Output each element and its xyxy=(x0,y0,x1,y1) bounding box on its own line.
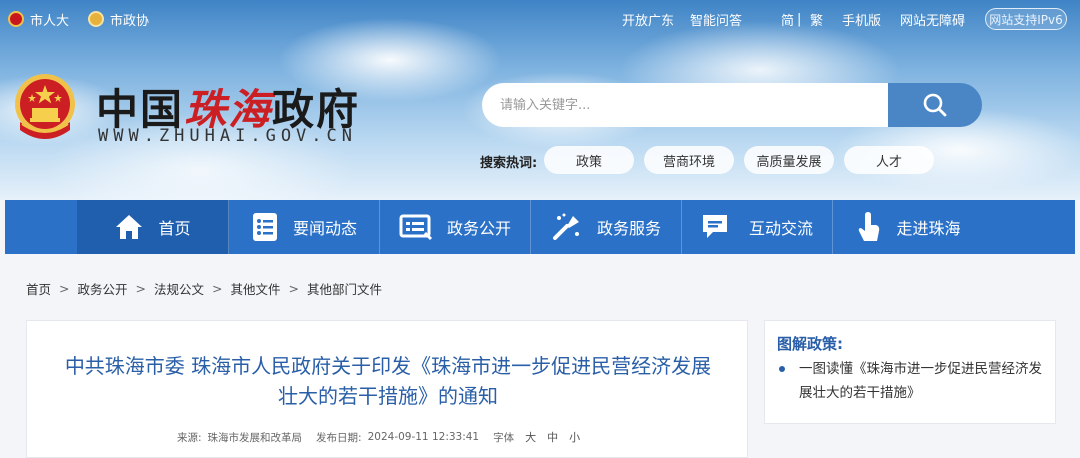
article-title-line2: 壮大的若干措施》的通知 xyxy=(278,384,498,408)
search-icon xyxy=(923,93,947,117)
top-link-label: 简 xyxy=(781,13,795,29)
nav-item-interaction[interactable]: 互动交流 xyxy=(682,200,833,254)
search-button[interactable] xyxy=(888,83,982,127)
breadcrumb-item[interactable]: 其他文件 xyxy=(231,279,281,298)
top-link-label: 开放广东 xyxy=(622,13,675,29)
hand-pointer-icon xyxy=(856,211,882,243)
source-value: 珠海市发展和改革局 xyxy=(207,431,303,444)
article-title: 中共珠海市委 珠海市人民政府关于印发《珠海市进一步促进民营经济发展 壮大的若干措… xyxy=(27,351,749,411)
nav-item-label: 政务公开 xyxy=(446,219,511,238)
news-icon xyxy=(251,212,279,242)
hot-tag[interactable]: 政策 xyxy=(544,146,634,174)
top-link-cppcc[interactable]: 市政协 xyxy=(88,10,150,29)
breadcrumb: 首页 > 政务公开 > 法规公文 > 其他文件 > 其他部门文件 xyxy=(26,279,382,298)
cppcc-emblem-icon xyxy=(88,11,104,27)
top-link-cppcc-label: 市政协 xyxy=(110,13,150,29)
hot-tag[interactable]: 高质量发展 xyxy=(744,146,834,174)
chat-icon xyxy=(701,212,735,242)
breadcrumb-item[interactable]: 法规公文 xyxy=(154,279,204,298)
article-panel: 中共珠海市委 珠海市人民政府关于印发《珠海市进一步促进民营经济发展 壮大的若干措… xyxy=(26,320,748,458)
top-link-smart-qa[interactable]: 智能问答 xyxy=(690,10,743,29)
font-size-medium-button[interactable]: 中 xyxy=(547,429,558,445)
breadcrumb-separator: > xyxy=(288,281,299,296)
sidebar-title: 图解政策: xyxy=(777,335,843,353)
top-link-simplified[interactable]: 简 xyxy=(781,10,795,29)
openness-icon xyxy=(399,213,433,241)
nav-item-label: 走进珠海 xyxy=(896,219,961,238)
nav-item-openness[interactable]: 政务公开 xyxy=(380,200,531,254)
breadcrumb-separator: > xyxy=(59,281,70,296)
site-url: WWW.ZHUHAI.GOV.CN xyxy=(98,126,357,146)
breadcrumb-item[interactable]: 政务公开 xyxy=(78,279,128,298)
date-label: 发布日期: xyxy=(316,431,362,444)
search-input[interactable] xyxy=(482,83,890,127)
breadcrumb-item[interactable]: 其他部门文件 xyxy=(307,279,382,298)
top-link-open-guangdong[interactable]: 开放广东 xyxy=(622,10,675,29)
top-link-traditional[interactable]: 繁 xyxy=(810,10,824,29)
top-link-label: 网站无障碍 xyxy=(900,13,966,29)
date-value: 2024-09-11 12:33:41 xyxy=(367,431,480,443)
hot-tag[interactable]: 营商环境 xyxy=(644,146,734,174)
article-meta: 来源: 珠海市发展和改革局 发布日期: 2024-09-11 12:33:41 … xyxy=(177,429,586,445)
home-icon xyxy=(114,213,144,241)
main-nav: 首页 要闻动态 政务公开 政务服务 互动交流 走进珠海 xyxy=(5,200,1075,254)
top-link-label: 手机版 xyxy=(842,13,882,29)
nav-item-label: 互动交流 xyxy=(748,219,813,238)
nav-item-home[interactable]: 首页 xyxy=(77,200,229,254)
top-link-label: 繁 xyxy=(810,13,824,29)
top-link-label: 智能问答 xyxy=(690,13,743,29)
bullet-icon xyxy=(779,366,785,372)
service-icon xyxy=(551,212,583,242)
nav-item-news[interactable]: 要闻动态 xyxy=(229,200,380,254)
top-link-npc[interactable]: 市人大 xyxy=(8,10,70,29)
breadcrumb-separator: > xyxy=(135,281,146,296)
top-link-npc-label: 市人大 xyxy=(30,13,70,29)
breadcrumb-item[interactable]: 首页 xyxy=(26,279,51,298)
ipv6-badge: 网站支持IPv6 xyxy=(985,8,1067,30)
nav-item-about-zhuhai[interactable]: 走进珠海 xyxy=(833,200,984,254)
top-link-divider-text: | xyxy=(797,11,802,27)
article-title-line1: 中共珠海市委 珠海市人民政府关于印发《珠海市进一步促进民营经济发展 xyxy=(64,354,712,378)
font-size-large-button[interactable]: 大 xyxy=(525,429,536,445)
emblem-mini-icon xyxy=(8,11,24,27)
top-link-divider: | xyxy=(797,10,801,28)
font-size-label: 字体 xyxy=(493,431,515,444)
sidebar-policy-link[interactable]: 一图读懂《珠海市进一步促进民营经济发展壮大的若干措施》 xyxy=(799,357,1045,405)
nav-item-label: 政务服务 xyxy=(596,219,661,238)
top-link-accessibility[interactable]: 网站无障碍 xyxy=(900,10,966,29)
source-label: 来源: xyxy=(177,431,202,444)
nav-item-label: 要闻动态 xyxy=(292,219,357,238)
hot-tag[interactable]: 人才 xyxy=(844,146,934,174)
top-link-mobile[interactable]: 手机版 xyxy=(842,10,882,29)
nav-item-service[interactable]: 政务服务 xyxy=(531,200,682,254)
hot-search-label: 搜索热词: xyxy=(480,156,538,171)
font-size-small-button[interactable]: 小 xyxy=(569,429,580,445)
nav-item-label: 首页 xyxy=(158,219,191,238)
breadcrumb-separator: > xyxy=(212,281,223,296)
national-emblem-icon xyxy=(15,74,75,139)
top-bar: 市人大 市政协 开放广东 智能问答 简 | 繁 手机版 网站无障碍 网站支持IP… xyxy=(0,0,1080,38)
policy-graphic-sidebar: 图解政策: 一图读懂《珠海市进一步促进民营经济发展壮大的若干措施》 xyxy=(764,320,1056,424)
header-banner: 市人大 市政协 开放广东 智能问答 简 | 繁 手机版 网站无障碍 网站支持IP… xyxy=(0,0,1080,200)
